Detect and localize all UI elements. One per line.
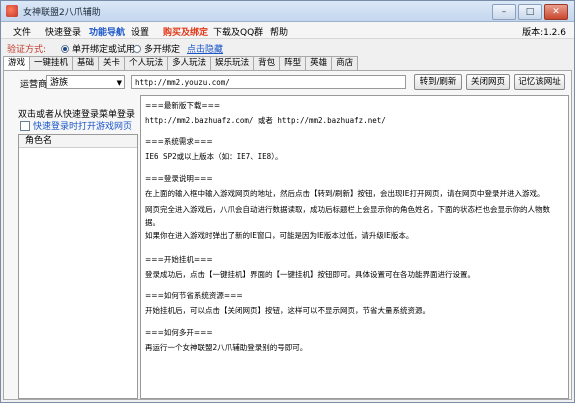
tab[interactable]: 个人玩法	[124, 56, 169, 70]
radio-single-label: 单开绑定或试用	[72, 45, 136, 55]
version-label: 版本:1.2.6	[522, 28, 566, 38]
tab-panel: 运营商 游族 ▼ http://mm2.youzu.com/ 转到/刷新 关闭网…	[3, 70, 572, 400]
info-line: ===最新版下载===	[145, 101, 221, 110]
info-line: 据。	[145, 218, 160, 227]
info-line: ===如何节省系统资源===	[145, 291, 243, 300]
tab-strip: 游戏 一键挂机 基础 关卡 个人玩法 多人玩法 娱乐玩法 背包 阵型 英雄 商店	[3, 56, 359, 71]
menu-bar: 版本:1.2.6 文件 快速登录 功能导航 设置 购买及绑定 下载及QQ群 帮助	[1, 22, 574, 39]
app-window: 女神联盟2八爪辅助 – □ ✕ 版本:1.2.6 文件 快速登录 功能导航 设置 购买及…	[0, 0, 575, 403]
info-line: 如果你在进入游戏时弹出了新的IE窗口，可能是因为IE版本过低，请升级IE版本。	[145, 231, 414, 240]
radio-checked-icon	[61, 44, 69, 53]
close-page-button[interactable]: 关闭网页	[466, 74, 510, 90]
info-line: 登录成功后，点击【一键挂机】界面的【一键挂机】按钮即可。具体设置可在各功能界面进…	[145, 270, 475, 279]
info-line: ===登录说明===	[145, 174, 213, 183]
menu-item[interactable]: 帮助	[270, 25, 288, 38]
tab[interactable]: 商店	[331, 56, 359, 70]
operator-select[interactable]: 游族 ▼	[46, 75, 125, 89]
left-pane: 双击或者从快速登录菜单登录 快速登录时打开游戏网页 角色名	[4, 95, 139, 399]
maximize-button[interactable]: □	[518, 4, 542, 20]
tab[interactable]: 娱乐玩法	[210, 56, 255, 70]
menu-item[interactable]: 快速登录	[45, 25, 81, 38]
window-title: 女神联盟2八爪辅助	[23, 8, 101, 18]
info-line: 网页完全进入游戏后，八爪会自动进行数据读取，成功后标题栏上会显示你的角色姓名，下…	[145, 205, 550, 214]
tab[interactable]: 背包	[253, 56, 281, 70]
tab[interactable]: 英雄	[305, 56, 333, 70]
info-line: 再运行一个女神联盟2八爪辅助登录别的号即可。	[145, 343, 308, 352]
operator-value: 游族	[50, 78, 69, 88]
goto-refresh-button[interactable]: 转到/刷新	[414, 74, 462, 90]
minimize-button[interactable]: –	[492, 4, 516, 20]
info-line: IE6 SP2或以上版本（如：IE7、IE8）。	[145, 152, 283, 161]
tab[interactable]: 关卡	[98, 56, 126, 70]
role-list[interactable]: 角色名	[18, 134, 138, 399]
tab[interactable]: 一键挂机	[29, 56, 74, 70]
menu-item[interactable]: 功能导航	[89, 25, 125, 38]
info-line: http://mm2.bazhuafz.com/ 或者 http://mm2.b…	[145, 116, 386, 125]
radio-single[interactable]: 单开绑定或试用	[61, 42, 135, 55]
title-bar[interactable]: 女神联盟2八爪辅助 – □ ✕	[1, 1, 574, 22]
radio-multi-label: 多开绑定	[144, 45, 181, 55]
menu-item[interactable]: 设置	[131, 25, 149, 38]
info-line: ===开始挂机===	[145, 255, 213, 264]
tab[interactable]: 基础	[72, 56, 100, 70]
url-input[interactable]: http://mm2.youzu.com/	[131, 75, 406, 89]
menu-item[interactable]: 购买及绑定	[163, 25, 208, 38]
radio-multi[interactable]: 多开绑定	[133, 42, 180, 55]
info-line: 开始挂机后，可以点击【关闭网页】按钮，这样可以不显示网页，节省大量系统资源。	[145, 306, 430, 315]
info-line: ===系统需求===	[145, 137, 213, 146]
checkbox-icon	[20, 120, 30, 131]
role-list-header: 角色名	[19, 135, 137, 148]
auth-mode-bar: 验证方式: 单开绑定或试用 多开绑定 点击隐藏	[1, 39, 574, 55]
close-button[interactable]: ✕	[544, 4, 568, 20]
remember-url-button[interactable]: 记忆该网址	[514, 74, 565, 90]
radio-unchecked-icon	[133, 44, 141, 53]
app-icon	[6, 5, 18, 17]
tab[interactable]: 多人玩法	[167, 56, 212, 70]
open-page-checkbox[interactable]: 快速登录时打开游戏网页	[20, 119, 132, 132]
menu-item[interactable]: 文件	[13, 25, 31, 38]
menu-item[interactable]: 下载及QQ群	[213, 25, 263, 38]
info-text-area[interactable]: ===最新版下载=== http://mm2.bazhuafz.com/ 或者 h…	[140, 95, 569, 399]
url-toolbar: 运营商 游族 ▼ http://mm2.youzu.com/ 转到/刷新 关闭网…	[4, 71, 571, 95]
open-page-checkbox-label: 快速登录时打开游戏网页	[33, 122, 133, 132]
hide-link[interactable]: 点击隐藏	[187, 42, 223, 55]
info-line: 在上面的输入框中输入游戏网页的地址，然后点击【转到/刷新】按钮，会出现IE打开网…	[145, 189, 545, 198]
tab[interactable]: 阵型	[279, 56, 307, 70]
chevron-down-icon: ▼	[116, 79, 122, 87]
info-line: ===如何多开===	[145, 328, 213, 337]
tab[interactable]: 游戏	[3, 56, 31, 71]
auth-mode-label: 验证方式:	[7, 45, 47, 55]
operator-label: 运营商	[20, 80, 48, 90]
